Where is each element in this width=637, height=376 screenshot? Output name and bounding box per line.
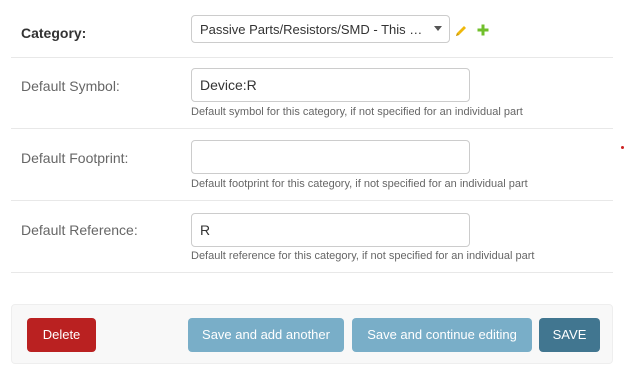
form-row-symbol: Default Symbol: Default symbol for this … — [11, 57, 613, 129]
pencil-icon[interactable] — [454, 24, 468, 38]
reference-input[interactable] — [191, 213, 470, 247]
save-and-add-another-button[interactable]: Save and add another — [188, 318, 344, 352]
change-form: Category: Passive Parts/Resistors/SMD - … — [0, 0, 637, 376]
symbol-label: Default Symbol: — [21, 78, 120, 94]
save-button[interactable]: SAVE — [539, 318, 600, 352]
category-label: Category: — [21, 25, 87, 41]
form-row-footprint: Default Footprint: Default footprint for… — [11, 128, 613, 201]
reference-help-text: Default reference for this category, if … — [191, 250, 535, 262]
symbol-help-text: Default symbol for this category, if not… — [191, 106, 523, 118]
plus-icon[interactable] — [477, 24, 489, 36]
form-row-reference: Default Reference: Default reference for… — [11, 200, 613, 273]
red-dot-marker — [621, 146, 624, 149]
footprint-input[interactable] — [191, 140, 470, 174]
submit-row: Delete Save and add another Save and con… — [11, 304, 613, 364]
reference-label: Default Reference: — [21, 222, 138, 238]
footprint-help-text: Default footprint for this category, if … — [191, 178, 528, 190]
chevron-down-icon[interactable] — [434, 26, 442, 31]
save-and-continue-button[interactable]: Save and continue editing — [352, 318, 532, 352]
category-select[interactable]: Passive Parts/Resistors/SMD - This are s… — [191, 15, 450, 43]
delete-button[interactable]: Delete — [27, 318, 96, 352]
symbol-input[interactable] — [191, 68, 470, 102]
form-row-category: Category: Passive Parts/Resistors/SMD - … — [11, 0, 613, 58]
footprint-label: Default Footprint: — [21, 150, 129, 166]
